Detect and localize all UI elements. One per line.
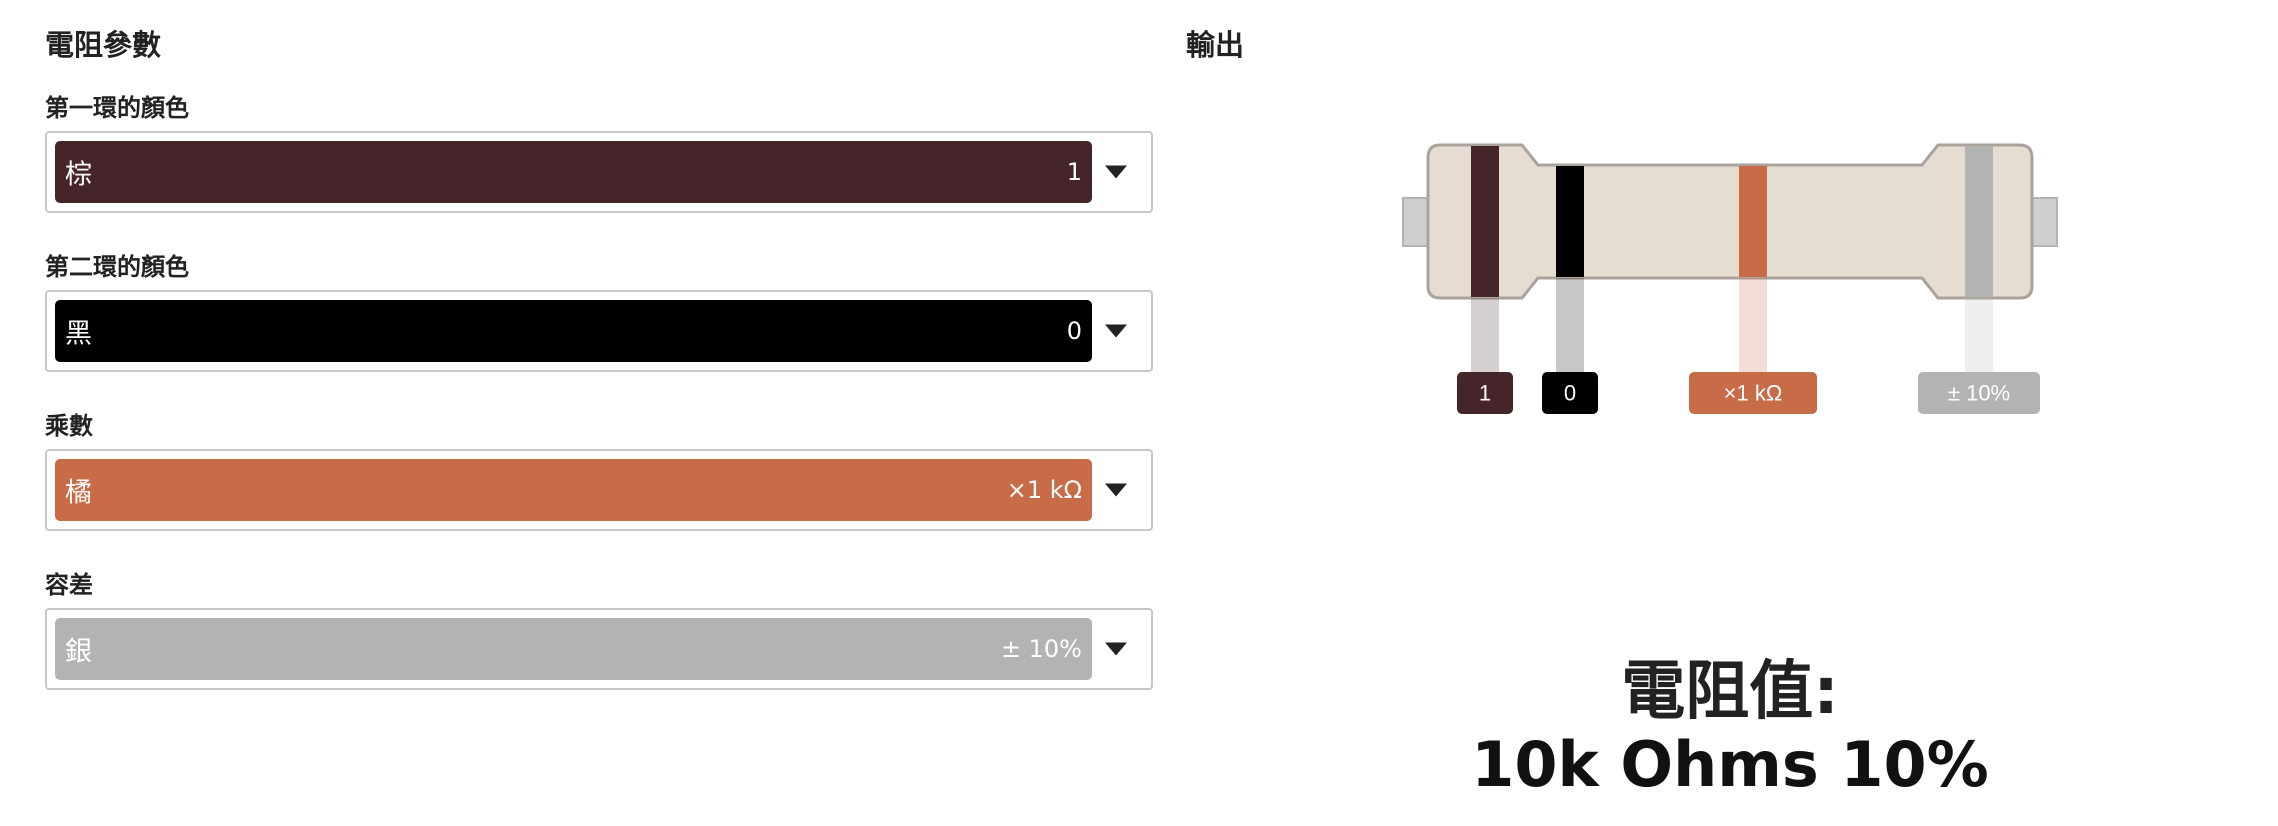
resistor-body xyxy=(1426,143,2034,300)
tolerance-value: ± 10% xyxy=(1000,635,1082,663)
chevron-down-icon[interactable] xyxy=(1105,165,1127,179)
band1-color-name: 棕 xyxy=(65,159,92,191)
tolerance-color-name: 銀 xyxy=(65,636,92,668)
band1-label: 第一環的顏色 xyxy=(45,94,189,122)
multiplier-label: 乘數 xyxy=(45,412,93,440)
chevron-down-icon[interactable] xyxy=(1105,324,1127,338)
right-lead xyxy=(2030,197,2058,247)
band1-select[interactable]: 棕 1 xyxy=(45,131,1153,213)
band1-stem xyxy=(1471,298,1499,372)
tolerance-color-swatch: 銀 ± 10% xyxy=(55,618,1092,680)
left-lead xyxy=(1402,197,1430,247)
tolerance-stripe xyxy=(1965,146,1993,297)
tolerance-stem xyxy=(1965,298,1993,372)
resistor-diagram: 1 0 ×1 kΩ ± 10% xyxy=(1402,143,2058,414)
resistance-value: 10k Ohms 10% xyxy=(1471,728,1989,801)
multiplier-stem xyxy=(1739,278,1767,372)
resistor-calculator-page: 電阻參數 第一環的顏色 棕 1 第二環的顏色 黑 0 乘數 橘 ×1 kΩ 容差… xyxy=(0,0,2278,826)
band1-tag-text: 1 xyxy=(1479,381,1491,406)
chevron-down-icon[interactable] xyxy=(1105,642,1127,656)
multiplier-stripe xyxy=(1739,166,1767,277)
band2-stripe xyxy=(1556,166,1584,277)
output-title: 輸出 xyxy=(1186,28,1245,62)
tolerance-label: 容差 xyxy=(45,571,93,599)
band2-color-name: 黑 xyxy=(65,318,92,350)
band1-digit-value: 1 xyxy=(1066,158,1082,186)
chevron-down-icon[interactable] xyxy=(1105,483,1127,497)
multiplier-value: ×1 kΩ xyxy=(1006,476,1082,504)
multiplier-tag-text: ×1 kΩ xyxy=(1724,381,1783,406)
band2-digit-value: 0 xyxy=(1066,317,1082,345)
band1-color-swatch: 棕 1 xyxy=(55,141,1092,203)
band2-color-swatch: 黑 0 xyxy=(55,300,1092,362)
multiplier-select[interactable]: 橘 ×1 kΩ xyxy=(45,449,1153,531)
band2-stem xyxy=(1556,278,1584,372)
multiplier-color-name: 橘 xyxy=(65,477,92,509)
params-title: 電阻參數 xyxy=(45,28,162,62)
multiplier-color-swatch: 橘 ×1 kΩ xyxy=(55,459,1092,521)
tolerance-tag-text: ± 10% xyxy=(1948,381,2010,406)
band2-tag-text: 0 xyxy=(1564,381,1576,406)
band1-stripe xyxy=(1471,146,1499,297)
band2-label: 第二環的顏色 xyxy=(45,253,189,281)
resistance-label: 電阻值: xyxy=(1621,655,1839,729)
tolerance-select[interactable]: 銀 ± 10% xyxy=(45,608,1153,690)
band2-select[interactable]: 黑 0 xyxy=(45,290,1153,372)
